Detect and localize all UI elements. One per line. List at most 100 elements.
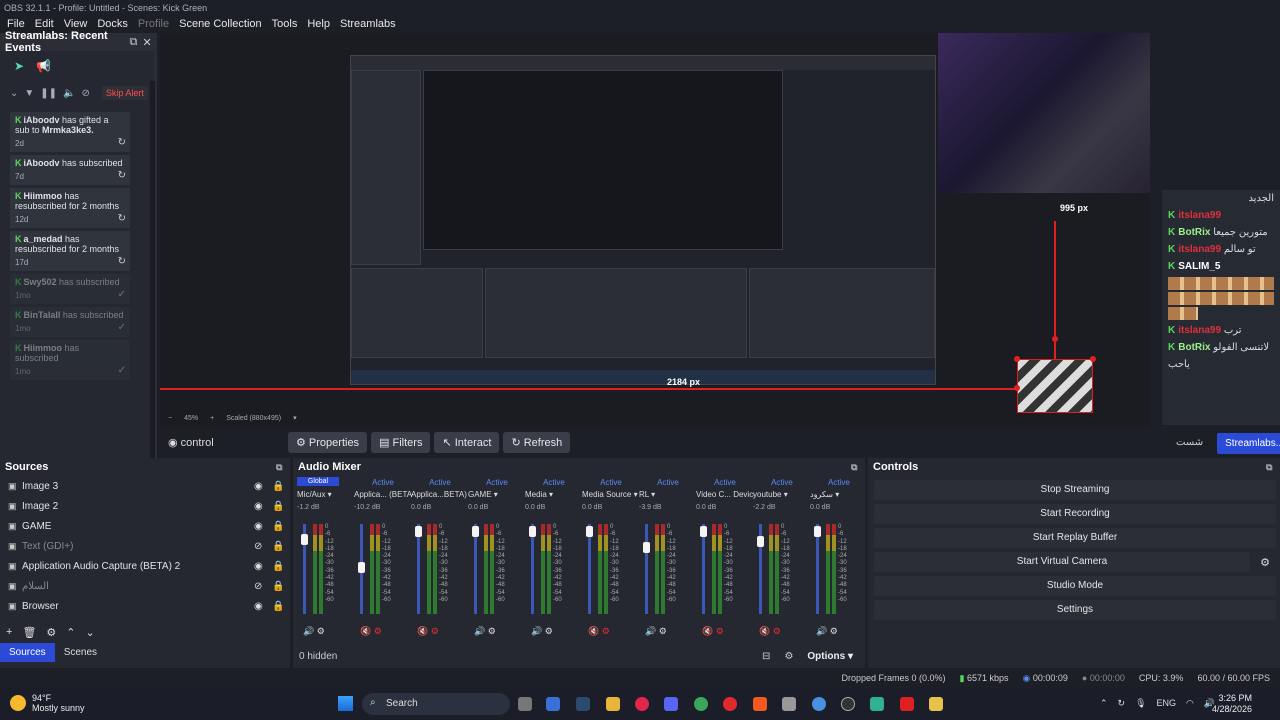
lock-icon[interactable]: 🔒 [272,541,290,552]
channel-name[interactable]: Media Source ▾ [582,490,640,502]
menu-item[interactable]: Streamlabs [335,18,401,30]
eye-icon[interactable]: ◉ [254,481,272,492]
eye-icon[interactable]: ◉ [254,521,272,532]
zoom-in-icon[interactable]: + [210,415,214,422]
menu-item[interactable]: Edit [30,18,59,30]
dock-float-icon[interactable]: ⧉ [851,462,865,473]
volume-fader[interactable] [700,524,707,614]
menu-item[interactable]: Scene Collection [174,18,267,30]
mixer-settings-icon[interactable]: ⚙ [784,651,793,662]
preview-canvas[interactable]: 995 px 2184 px [160,33,1150,425]
send-icon[interactable]: ➤ [14,59,24,73]
fader-knob[interactable] [415,526,422,537]
source-item[interactable]: ▣ GAME ◉ 🔒 [0,516,290,536]
steam-icon[interactable] [576,697,590,711]
channel-name[interactable]: youtube ▾ [753,490,811,502]
lock-icon[interactable]: 🔒 [272,561,290,572]
tab-sources[interactable]: Sources [0,643,55,662]
eye-icon[interactable]: ◉ [254,501,272,512]
volume-fader[interactable] [586,524,593,614]
move-down-icon[interactable]: ⌄ [86,626,95,639]
lock-icon[interactable]: 🔒 [272,601,290,612]
wifi-icon[interactable]: ◠ [1186,698,1194,709]
channel-name[interactable]: Applica...BETA) 2 ▾ [411,490,469,502]
event-user[interactable]: BinTalall [24,310,61,320]
gear-icon[interactable]: ⚙ [46,626,56,639]
replay-icon[interactable]: ↻ [118,138,126,148]
chevron-up-icon[interactable]: ⌃ [1100,698,1108,709]
source-item[interactable]: ▣ Text (GDI+) ⊘ 🔒 [0,536,290,556]
menu-item[interactable]: Docks [92,18,133,30]
app-icon[interactable] [870,697,884,711]
dock-close-icon[interactable]: ✕ [140,36,154,49]
mute-alerts-icon[interactable]: ⊘ [82,88,90,99]
selected-source-box[interactable] [1017,359,1093,413]
refresh-button[interactable]: ↻ Refresh [503,431,571,453]
fader-knob[interactable] [700,526,707,537]
chevron-down-icon[interactable]: ⌄ [10,88,18,99]
task-view-icon[interactable] [518,697,532,711]
layout-icon[interactable]: ⊟ [762,651,770,662]
mic-icon[interactable]: 🎙 [1135,698,1146,709]
pinterest-icon[interactable] [635,697,649,711]
start-button-icon[interactable] [338,696,353,711]
muted-speaker-icon[interactable]: 🔇 ⚙ [588,626,610,637]
obs-icon[interactable] [841,697,855,711]
channel-name[interactable]: Applica... (BETA) ▾ [354,490,412,502]
clock[interactable]: 3:26 PM 4/28/2026 [1212,693,1252,715]
virtual-camera-settings-icon[interactable]: ⚙ [1260,556,1270,569]
volume-icon[interactable]: 🔈 [63,88,75,99]
speaker-icon[interactable]: 🔊 ⚙ [474,626,496,637]
studio-mode-button[interactable]: Studio Mode [874,576,1276,596]
skip-alert-button[interactable]: Skip Alert [101,86,148,100]
dock-float-icon[interactable]: ⧉ [1266,462,1280,473]
source-item[interactable]: ▣ Browser ◉ 🔒 [0,596,290,616]
streamlabs-button[interactable]: Streamlabs... [1217,433,1280,454]
megaphone-icon[interactable]: 📢 [36,59,51,73]
channel-name[interactable]: GAME ▾ [468,490,526,502]
event-user[interactable]: Swy502 [24,277,57,287]
event-user[interactable]: a_medad [24,234,63,244]
eye-icon[interactable]: ◉ [254,561,272,572]
sync-icon[interactable]: ↻ [1118,698,1126,709]
volume-fader[interactable] [301,524,308,614]
muted-speaker-icon[interactable]: 🔇 ⚙ [702,626,724,637]
youtube-icon[interactable] [900,697,914,711]
options-button[interactable]: Options ▾ [807,651,853,662]
event-user[interactable]: Hiimmoo [24,191,63,201]
menu-item[interactable]: View [59,18,93,30]
language-indicator[interactable]: ENG [1157,698,1177,709]
pause-icon[interactable]: ❚❚ [40,88,57,99]
menu-item[interactable]: Tools [267,18,303,30]
lock-icon[interactable]: 🔒 [272,521,290,532]
interact-button[interactable]: ↖ Interact [434,431,500,453]
tab-scenes[interactable]: Scenes [55,643,106,662]
fader-knob[interactable] [358,562,365,573]
start-recording-button[interactable]: Start Recording [874,504,1276,524]
volume-fader[interactable] [814,524,821,614]
settings-button[interactable]: Settings [874,600,1276,620]
stop-streaming-button[interactable]: Stop Streaming [874,480,1276,500]
speaker-icon[interactable]: 🔊 ⚙ [816,626,838,637]
lock-icon[interactable]: 🔒 [272,481,290,492]
chrome-icon[interactable] [694,697,708,711]
resize-handle-l[interactable] [1014,385,1020,391]
source-item[interactable]: ▣ Image 3 ◉ 🔒 [0,476,290,496]
dock-float-icon[interactable]: ⧉ [276,462,290,473]
event-user[interactable]: iAboodv [24,115,60,125]
source-item[interactable]: ▣ Image 2 ◉ 🔒 [0,496,290,516]
zoom-out-icon[interactable]: − [168,415,172,422]
file-explorer-icon[interactable] [606,697,620,711]
hidden-eye-icon[interactable]: ⊘ [254,581,272,592]
app-icon[interactable] [546,697,560,711]
chat-send-button[interactable]: شست [1162,433,1217,454]
channel-name[interactable]: Mic/Aux ▾ [297,490,355,502]
volume-fader[interactable] [757,524,764,614]
hidden-eye-icon[interactable]: ⊘ [254,541,272,552]
check-icon[interactable]: ✓ [118,366,126,376]
volume-fader[interactable] [529,524,536,614]
dock-float-icon[interactable]: ⧉ [127,36,141,49]
menu-item[interactable]: File [2,18,30,30]
muted-speaker-icon[interactable]: 🔇 ⚙ [360,626,382,637]
fader-knob[interactable] [301,534,308,545]
